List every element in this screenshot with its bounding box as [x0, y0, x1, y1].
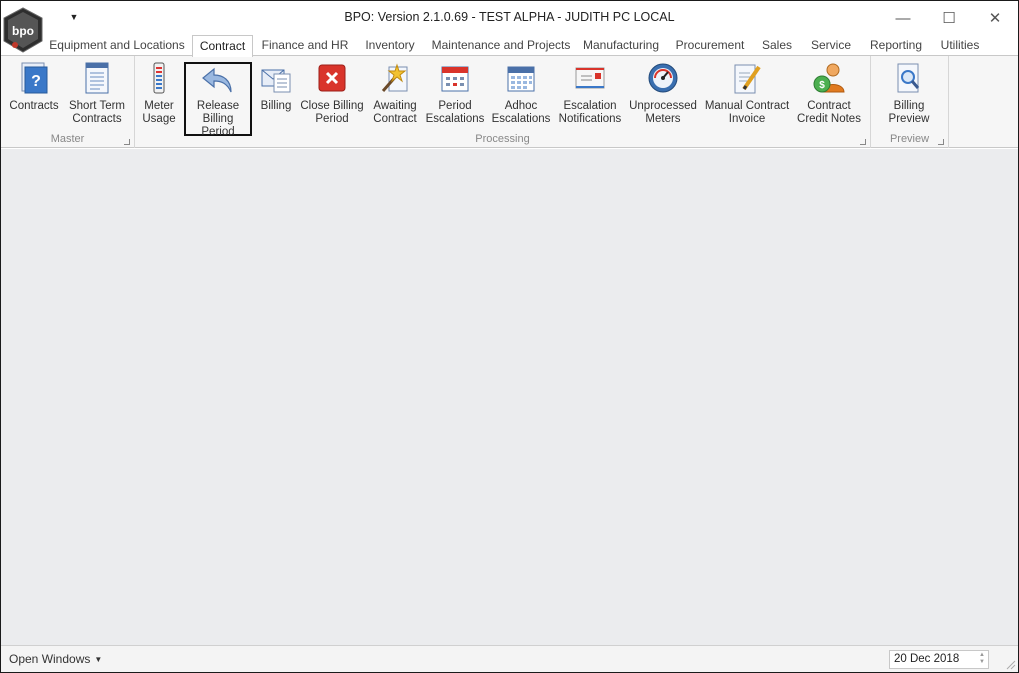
tab-contract[interactable]: Contract — [192, 35, 253, 57]
calendar-grid-icon — [504, 60, 538, 96]
wand-icon — [378, 60, 412, 96]
meter-usage-label: Meter Usage — [142, 100, 176, 125]
ribbon-group-processing: Meter Usage Release Billing Period Billi… — [135, 56, 871, 148]
period-escalations-button[interactable]: Period Escalations — [425, 58, 485, 130]
escalation-notifications-label: Escalation Notifications — [558, 100, 622, 125]
ribbon-group-master: ? Contracts Short Term Contracts Master — [1, 56, 135, 148]
group-label-preview: Preview — [889, 133, 930, 145]
tab-inventory[interactable]: Inventory — [359, 35, 421, 56]
envelope-icon — [573, 60, 607, 96]
gauge-icon — [646, 60, 680, 96]
magnifier-document-icon — [892, 60, 926, 96]
tab-manufacturing[interactable]: Manufacturing — [579, 35, 663, 56]
tab-service[interactable]: Service — [806, 35, 856, 56]
tab-maintenance-and-projects[interactable]: Maintenance and Projects — [431, 35, 571, 56]
release-billing-period-button[interactable]: Release Billing Period — [184, 62, 252, 138]
unprocessed-meters-button[interactable]: Unprocessed Meters — [629, 58, 697, 130]
bpo-logo[interactable]: bpo — [2, 7, 44, 53]
maximize-button[interactable]: ☐ — [926, 3, 972, 33]
group-launcher-master-icon[interactable] — [124, 139, 130, 145]
tab-procurement[interactable]: Procurement — [672, 35, 748, 56]
adhoc-escalations-button[interactable]: Adhoc Escalations — [491, 58, 551, 130]
awaiting-contract-button[interactable]: Awaiting Contract — [369, 58, 421, 130]
short-term-contracts-button[interactable]: Short Term Contracts — [65, 58, 129, 130]
billing-preview-button[interactable]: Billing Preview — [877, 58, 941, 130]
open-windows-dropdown[interactable]: Open Windows ▼ — [9, 652, 102, 666]
window-title: BPO: Version 2.1.0.69 - TEST ALPHA - JUD… — [344, 10, 675, 24]
contract-credit-notes-label: Contract Credit Notes — [797, 100, 861, 125]
group-launcher-preview-icon[interactable] — [938, 139, 944, 145]
user-credit-icon: $ — [812, 60, 846, 96]
open-windows-label: Open Windows — [9, 652, 91, 666]
tab-utilities[interactable]: Utilities — [935, 35, 985, 56]
close-button[interactable]: ✕ — [972, 3, 1018, 33]
unprocessed-meters-label: Unprocessed Meters — [629, 100, 697, 125]
svg-text:?: ? — [31, 73, 41, 90]
status-bar: Open Windows ▼ 20 Dec 2018 ▲ ▼ — [1, 645, 1018, 672]
adhoc-escalations-label: Adhoc Escalations — [491, 100, 551, 125]
calendar-icon — [438, 60, 472, 96]
ribbon-group-preview: Billing Preview Preview — [871, 56, 949, 148]
close-red-icon — [315, 60, 349, 96]
edit-document-icon — [730, 60, 764, 96]
short-term-contracts-label: Short Term Contracts — [68, 100, 126, 125]
tab-sales[interactable]: Sales — [756, 35, 798, 56]
group-label-master: Master — [50, 133, 85, 145]
meter-usage-button[interactable]: Meter Usage — [139, 58, 179, 130]
minimize-button[interactable]: — — [880, 3, 926, 33]
group-label-processing: Processing — [475, 133, 530, 145]
tab-equipment-and-locations[interactable]: Equipment and Locations — [48, 35, 186, 56]
date-field[interactable]: 20 Dec 2018 ▲ ▼ — [889, 650, 989, 669]
title-bar: bpo ▼ BPO: Version 2.1.0.69 - TEST ALPHA… — [1, 1, 1018, 53]
manual-contract-invoice-label: Manual Contract Invoice — [704, 100, 790, 125]
chevron-down-icon: ▼ — [94, 655, 103, 665]
period-escalations-label: Period Escalations — [425, 100, 485, 125]
resize-grip-icon[interactable] — [1004, 658, 1016, 670]
contract-help-icon: ? — [17, 60, 51, 96]
date-value: 20 Dec 2018 — [894, 653, 960, 665]
contract-credit-notes-button[interactable]: $ Contract Credit Notes — [795, 58, 863, 130]
billing-preview-label: Billing Preview — [888, 100, 930, 125]
svg-text:$: $ — [819, 80, 825, 91]
ribbon-tabs: Equipment and Locations Contract Finance… — [1, 35, 1018, 57]
group-launcher-processing-icon[interactable] — [860, 139, 866, 145]
awaiting-contract-label: Awaiting Contract — [373, 100, 417, 125]
contracts-label: Contracts — [9, 100, 59, 112]
escalation-notifications-button[interactable]: Escalation Notifications — [555, 58, 625, 130]
app-window: bpo ▼ BPO: Version 2.1.0.69 - TEST ALPHA… — [0, 0, 1019, 673]
date-spinner-icon[interactable]: ▲ ▼ — [978, 652, 986, 667]
tab-reporting[interactable]: Reporting — [865, 35, 927, 56]
billing-icon — [259, 60, 293, 96]
meter-icon — [142, 60, 176, 96]
undo-arrow-icon — [201, 66, 235, 96]
close-billing-period-label: Close Billing Period — [300, 100, 364, 125]
billing-label: Billing — [260, 100, 292, 112]
workspace-area — [1, 149, 1018, 646]
close-billing-period-button[interactable]: Close Billing Period — [299, 58, 365, 130]
document-icon — [80, 60, 114, 96]
contracts-button[interactable]: ? Contracts — [5, 58, 63, 130]
manual-contract-invoice-button[interactable]: Manual Contract Invoice — [703, 58, 791, 130]
billing-button[interactable]: Billing — [257, 58, 295, 130]
logo-text: bpo — [12, 24, 34, 38]
tab-finance-and-hr[interactable]: Finance and HR — [259, 35, 351, 56]
ribbon-panel: ? Contracts Short Term Contracts Master … — [1, 55, 1018, 148]
